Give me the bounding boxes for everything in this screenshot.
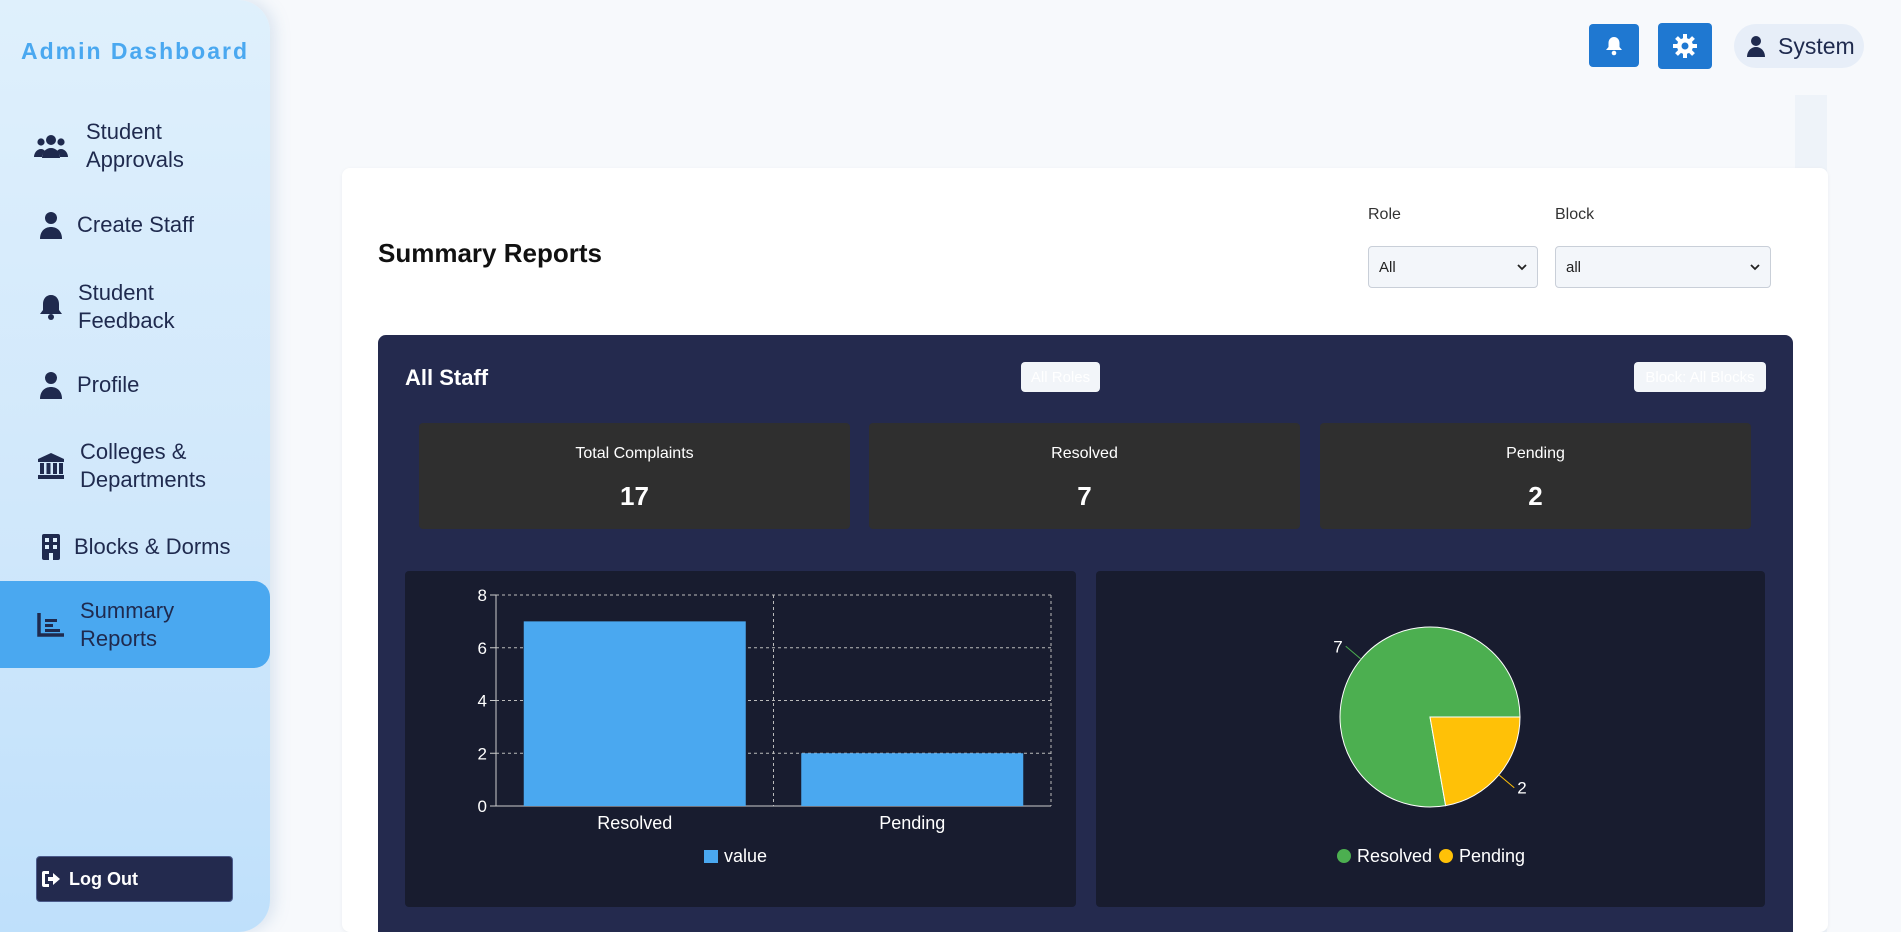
university-icon bbox=[34, 449, 68, 483]
sidebar-item-student-approvals[interactable]: Student Approvals bbox=[0, 118, 270, 174]
legend-swatch bbox=[1439, 849, 1453, 863]
sidebar-item-label: Blocks & Dorms bbox=[74, 534, 231, 559]
role-chip: All Roles bbox=[1021, 362, 1100, 392]
y-tick-label: 6 bbox=[478, 639, 487, 658]
chart-icon bbox=[34, 608, 68, 642]
stat-label: Resolved bbox=[1051, 445, 1118, 462]
sign-out-icon bbox=[41, 870, 61, 888]
x-tick-label: Pending bbox=[879, 813, 945, 833]
pie-chart: 7 2 Resolved Pending bbox=[1333, 626, 1527, 866]
bell-icon bbox=[1605, 36, 1623, 56]
block-select[interactable]: all bbox=[1555, 246, 1771, 288]
sidebar-item-student-feedback[interactable]: Student Feedback bbox=[0, 279, 270, 335]
legend-label: Resolved bbox=[1357, 846, 1432, 866]
block-select-value: all bbox=[1566, 258, 1582, 276]
y-tick-label: 2 bbox=[478, 744, 487, 763]
pie-legend: Resolved Pending bbox=[1337, 846, 1525, 866]
role-select-value: All bbox=[1379, 258, 1396, 276]
user-icon bbox=[34, 368, 68, 402]
pie-data-label: 2 bbox=[1517, 779, 1526, 798]
sidebar-item-label: Colleges & Departments bbox=[80, 439, 206, 492]
stat-label: Pending bbox=[1506, 445, 1565, 462]
x-tick-label: Resolved bbox=[597, 813, 672, 833]
stat-value: 7 bbox=[1077, 481, 1092, 511]
pie-label-line bbox=[1345, 645, 1362, 660]
building-icon bbox=[34, 530, 68, 564]
legend-label: value bbox=[724, 846, 767, 866]
legend-swatch bbox=[1337, 849, 1351, 863]
y-tick-label: 4 bbox=[478, 692, 487, 711]
block-chip: Block: All Blocks bbox=[1634, 362, 1766, 392]
sidebar-item-blocks-dorms[interactable]: Blocks & Dorms bbox=[0, 532, 270, 562]
block-filter-label: Block bbox=[1555, 206, 1595, 223]
bar bbox=[523, 621, 746, 806]
legend-swatch bbox=[704, 850, 718, 863]
stat-label: Total Complaints bbox=[575, 445, 694, 462]
page-title: Summary Reports bbox=[378, 238, 602, 268]
gear-icon bbox=[1672, 33, 1698, 59]
pie-slice bbox=[1429, 716, 1521, 807]
bar-chart-panel: 0 2 4 6 8 Resolved Pending value bbox=[405, 571, 1076, 907]
chevron-down-icon bbox=[1750, 263, 1760, 271]
y-tick-label: 0 bbox=[478, 797, 487, 816]
logout-label: Log Out bbox=[69, 868, 138, 889]
sidebar-item-colleges-departments[interactable]: Colleges & Departments bbox=[0, 438, 270, 494]
users-icon bbox=[34, 129, 68, 163]
brand-title: Admin Dashboard bbox=[20, 38, 250, 64]
legend-label: Pending bbox=[1459, 846, 1525, 866]
bar bbox=[801, 753, 1024, 806]
sidebar-item-create-staff[interactable]: Create Staff bbox=[0, 210, 270, 240]
stat-card-total: Total Complaints 17 bbox=[419, 423, 850, 529]
user-icon bbox=[1746, 35, 1766, 57]
stat-value: 17 bbox=[620, 481, 649, 511]
bar-chart: 0 2 4 6 8 Resolved Pending value bbox=[478, 586, 1052, 866]
sidebar-item-label: Student Approvals bbox=[86, 119, 184, 172]
user-name: System bbox=[1778, 32, 1855, 59]
stat-card-pending: Pending 2 bbox=[1320, 423, 1751, 529]
pie-chart-panel: 7 2 Resolved Pending bbox=[1096, 571, 1765, 907]
sidebar-item-profile[interactable]: Profile bbox=[0, 370, 270, 400]
sidebar-item-label: Profile bbox=[77, 372, 140, 397]
stat-card-resolved: Resolved 7 bbox=[869, 423, 1300, 529]
sidebar-item-summary-reports[interactable]: Summary Reports bbox=[0, 581, 270, 668]
bar-legend: value bbox=[704, 846, 767, 866]
section-title: All Staff bbox=[405, 365, 489, 390]
pie-label-line bbox=[1498, 774, 1515, 789]
bell-icon bbox=[34, 290, 68, 324]
stat-value: 2 bbox=[1528, 481, 1543, 511]
notifications-button[interactable] bbox=[1589, 24, 1639, 67]
y-tick-label: 8 bbox=[478, 586, 487, 605]
settings-button[interactable] bbox=[1658, 23, 1712, 69]
logout-button[interactable]: Log Out bbox=[36, 856, 233, 902]
sidebar-item-label: Summary Reports bbox=[80, 597, 175, 651]
user-icon bbox=[34, 208, 68, 242]
user-menu[interactable]: System bbox=[1734, 24, 1864, 68]
sidebar-item-label: Create Staff bbox=[77, 212, 194, 237]
sidebar: Admin Dashboard Student Approvals Create… bbox=[0, 0, 270, 932]
role-filter-label: Role bbox=[1368, 206, 1401, 223]
role-select[interactable]: All bbox=[1368, 246, 1538, 288]
chevron-down-icon bbox=[1517, 263, 1527, 271]
sidebar-item-label: Student Feedback bbox=[78, 280, 175, 333]
pie-data-label: 7 bbox=[1333, 637, 1342, 656]
